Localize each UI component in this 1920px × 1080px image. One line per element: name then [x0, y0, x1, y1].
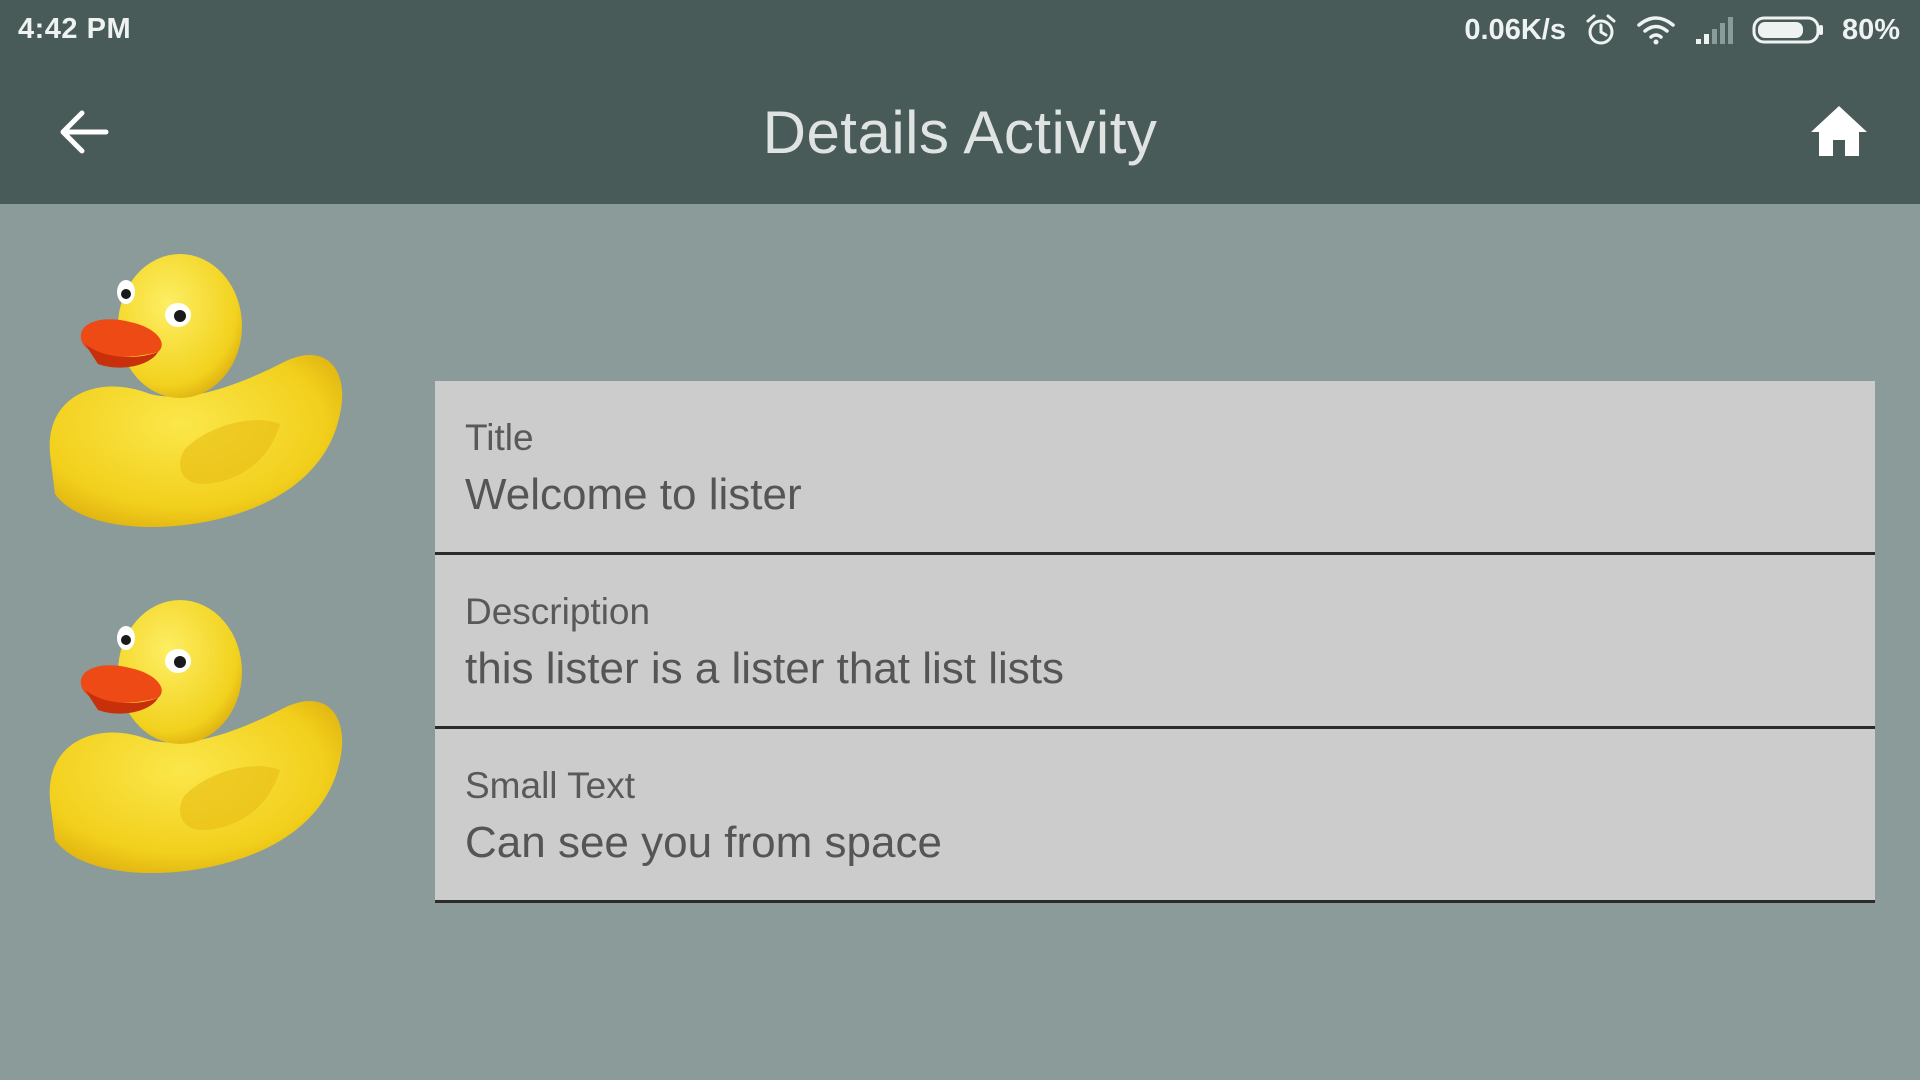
- signal-icon: [1694, 15, 1734, 45]
- page-title: Details Activity: [762, 99, 1158, 166]
- detail-label: Description: [465, 591, 651, 632]
- status-icons: 0.06K/s 80%: [1464, 10, 1900, 50]
- alarm-icon: [1584, 13, 1618, 47]
- duck-image: [40, 590, 360, 910]
- wifi-icon: [1636, 15, 1676, 45]
- status-bar: 4:42 PM 0.06K/s 80%: [0, 0, 1920, 60]
- battery-icon: [1752, 15, 1824, 45]
- battery-percent: 80%: [1841, 13, 1900, 46]
- details-list: Title Welcome to lister Description this…: [435, 381, 1875, 903]
- detail-label: Title: [465, 417, 534, 458]
- app-bar: Details Activity: [0, 60, 1920, 204]
- network-speed: 0.06K/s: [1464, 13, 1566, 46]
- detail-row-description: Description this lister is a lister that…: [435, 555, 1875, 729]
- detail-row-small-text: Small Text Can see you from space: [435, 729, 1875, 903]
- detail-value: Welcome to lister: [465, 470, 802, 519]
- home-button[interactable]: [1806, 100, 1872, 162]
- duck-image: [40, 244, 360, 564]
- status-time: 4:42 PM: [18, 13, 132, 45]
- detail-row-title: Title Welcome to lister: [435, 381, 1875, 555]
- home-icon: [1809, 104, 1869, 158]
- detail-label: Small Text: [465, 765, 635, 806]
- detail-value: Can see you from space: [465, 818, 942, 867]
- detail-value: this lister is a lister that list lists: [465, 644, 1065, 693]
